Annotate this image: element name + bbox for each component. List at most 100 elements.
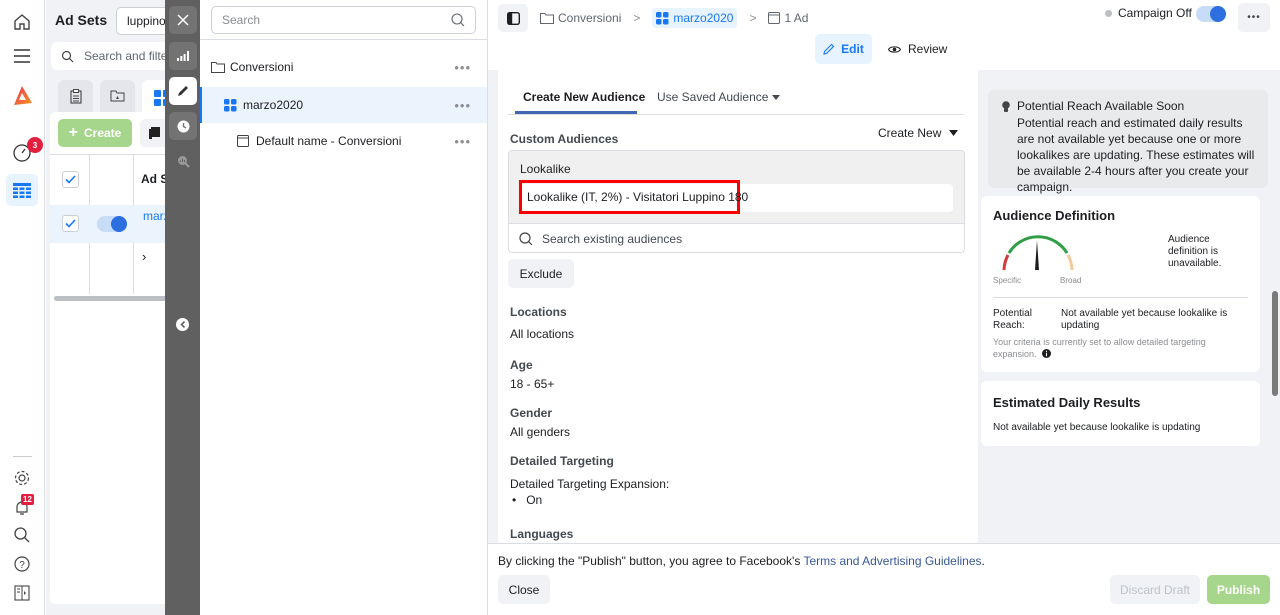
- potential-reach-label: Potential Reach:: [993, 308, 1032, 331]
- select-all-checkbox[interactable]: [62, 171, 79, 188]
- review-mode-button[interactable]: Review: [888, 34, 947, 64]
- tab-create-new-audience[interactable]: Create New Audience: [523, 90, 645, 104]
- row-name-link[interactable]: marz: [143, 209, 166, 223]
- publish-agreement-text: By clicking the "Publish" button, you ag…: [498, 554, 985, 568]
- panel-toggle-icon[interactable]: [8, 579, 36, 607]
- potential-reach-value: Not available yet because lookalike is u…: [1061, 308, 1228, 331]
- gender-value: All genders: [510, 425, 571, 439]
- search-icon: [519, 231, 533, 245]
- folder-icon: [540, 12, 554, 24]
- row-toggle[interactable]: [97, 216, 127, 232]
- history-button[interactable]: [169, 112, 197, 140]
- breadcrumb-adset[interactable]: marzo2020: [652, 8, 738, 28]
- charts-button[interactable]: [169, 42, 197, 70]
- settings-gear-icon[interactable]: [8, 464, 36, 492]
- breadcrumb-separator: >: [633, 11, 641, 25]
- menu-icon[interactable]: [8, 42, 36, 70]
- close-icon: [177, 14, 189, 26]
- exclude-button[interactable]: Exclude: [508, 259, 574, 288]
- app-rail: 3 12 ?: [0, 0, 45, 615]
- row-checkbox[interactable]: [62, 215, 79, 232]
- column-header-name[interactable]: Ad S: [141, 172, 166, 186]
- collapse-panel-button[interactable]: [176, 318, 189, 331]
- chevron-down-icon: [772, 94, 781, 100]
- breadcrumb: Conversioni > marzo2020 > 1 Ad: [540, 6, 808, 30]
- adset-grid-icon: [224, 98, 237, 111]
- inspect-button[interactable]: [169, 147, 197, 175]
- campaign-status-label: Campaign Off: [1118, 6, 1192, 20]
- rail-divider: [13, 456, 32, 457]
- create-new-dropdown[interactable]: Create New: [878, 126, 959, 140]
- daily-results-title: Estimated Daily Results: [993, 395, 1141, 410]
- editor-main: Conversioni > marzo2020 > 1 Ad Campaign …: [488, 0, 1280, 615]
- gauge-needle: [1035, 240, 1039, 270]
- campaign-toggle[interactable]: [1196, 6, 1226, 22]
- search-chart-icon: [177, 155, 190, 168]
- tree-item-adset[interactable]: marzo2020 •••: [200, 87, 487, 123]
- tree-item-label: marzo2020: [243, 98, 304, 112]
- breadcrumb-campaign[interactable]: Conversioni: [540, 11, 621, 25]
- more-options-icon[interactable]: •••: [454, 60, 471, 75]
- ad-sets-background: Ad Sets luppino Search and filter + Creat…: [46, 0, 166, 615]
- close-editor-button[interactable]: [169, 6, 197, 34]
- expansion-label: Detailed Targeting Expansion:: [510, 477, 670, 491]
- discard-draft-button[interactable]: Discard Draft: [1110, 575, 1200, 604]
- campaign-tree-panel: Search Conversioni ••• marzo2020 ••• Def…: [200, 0, 488, 615]
- search-existing-audiences-input[interactable]: Search existing audiences: [519, 224, 959, 252]
- account-selector[interactable]: luppino: [116, 7, 166, 35]
- criteria-note: Your criteria is currently set to allow …: [993, 337, 1206, 359]
- search-filter-placeholder: Search and filter: [84, 49, 166, 63]
- ad-icon: [768, 12, 781, 24]
- tree-item-label: Conversioni: [230, 60, 294, 74]
- expand-chevron-icon[interactable]: ›: [142, 249, 146, 264]
- breadcrumb-ad[interactable]: 1 Ad: [768, 11, 808, 25]
- close-button[interactable]: Close: [498, 575, 550, 604]
- audience-gauge: [1002, 235, 1074, 271]
- gauge-specific-label: Specific: [993, 276, 1022, 285]
- check-icon: [65, 175, 76, 184]
- info-icon[interactable]: [1042, 349, 1052, 358]
- search-filter-bar[interactable]: Search and filter: [51, 42, 166, 70]
- tree-item-campaign[interactable]: Conversioni •••: [200, 49, 487, 85]
- home-icon[interactable]: [8, 8, 36, 36]
- horizontal-scrollbar[interactable]: [54, 296, 166, 301]
- edit-mode-button[interactable]: Edit: [815, 34, 872, 64]
- side-scrollbar[interactable]: [1272, 291, 1278, 396]
- check-icon: [65, 219, 76, 228]
- lightbulb-icon: [1002, 101, 1010, 112]
- potential-reach-notice: Potential Reach Available Soon Potential…: [988, 90, 1268, 194]
- help-icon[interactable]: ?: [8, 550, 36, 578]
- more-options-icon[interactable]: •••: [454, 134, 471, 149]
- ad-icon: [237, 135, 249, 147]
- pencil-icon: [178, 86, 188, 96]
- tree-item-ad[interactable]: Default name - Conversioni •••: [200, 123, 487, 159]
- tab-use-saved-audience[interactable]: Use Saved Audience: [657, 90, 781, 104]
- breadcrumb-separator: >: [749, 11, 757, 25]
- chevron-left-icon: [179, 321, 185, 328]
- adsets-folder-tab[interactable]: [100, 80, 135, 112]
- brand-logo-icon[interactable]: [8, 82, 36, 110]
- more-options-icon[interactable]: •••: [454, 98, 471, 113]
- ads-manager-table-icon[interactable]: [6, 174, 38, 206]
- create-button[interactable]: + Create: [58, 119, 132, 147]
- terms-link[interactable]: Terms and Advertising Guidelines: [803, 554, 981, 568]
- notice-body: Potential reach and estimated daily resu…: [1017, 116, 1255, 194]
- toggle-sidebar-button[interactable]: [498, 4, 528, 32]
- lookalike-audience-token[interactable]: Lookalike (IT, 2%) - Visitatori Luppino …: [519, 180, 748, 214]
- duplicate-button[interactable]: [140, 119, 166, 147]
- tree-item-label: Default name - Conversioni: [256, 134, 402, 148]
- audience-summary-panel: Potential Reach Available Soon Potential…: [978, 70, 1280, 543]
- svg-text:?: ?: [19, 560, 25, 571]
- publish-button[interactable]: Publish: [1207, 575, 1270, 604]
- editor-topbar: Conversioni > marzo2020 > 1 Ad Campaign …: [488, 0, 1280, 70]
- search-icon[interactable]: [8, 521, 36, 549]
- eye-icon: [888, 45, 901, 53]
- folder-icon: [110, 90, 125, 102]
- gender-label: Gender: [510, 406, 553, 420]
- tree-search-input[interactable]: Search: [211, 6, 476, 34]
- edit-button[interactable]: [169, 77, 197, 105]
- ads-grid-tab[interactable]: [142, 80, 166, 115]
- audience-definition-card: Audience Definition Specific Broad Audie…: [981, 196, 1260, 372]
- campaigns-tab[interactable]: [58, 80, 93, 112]
- more-options-button[interactable]: •••: [1238, 3, 1270, 32]
